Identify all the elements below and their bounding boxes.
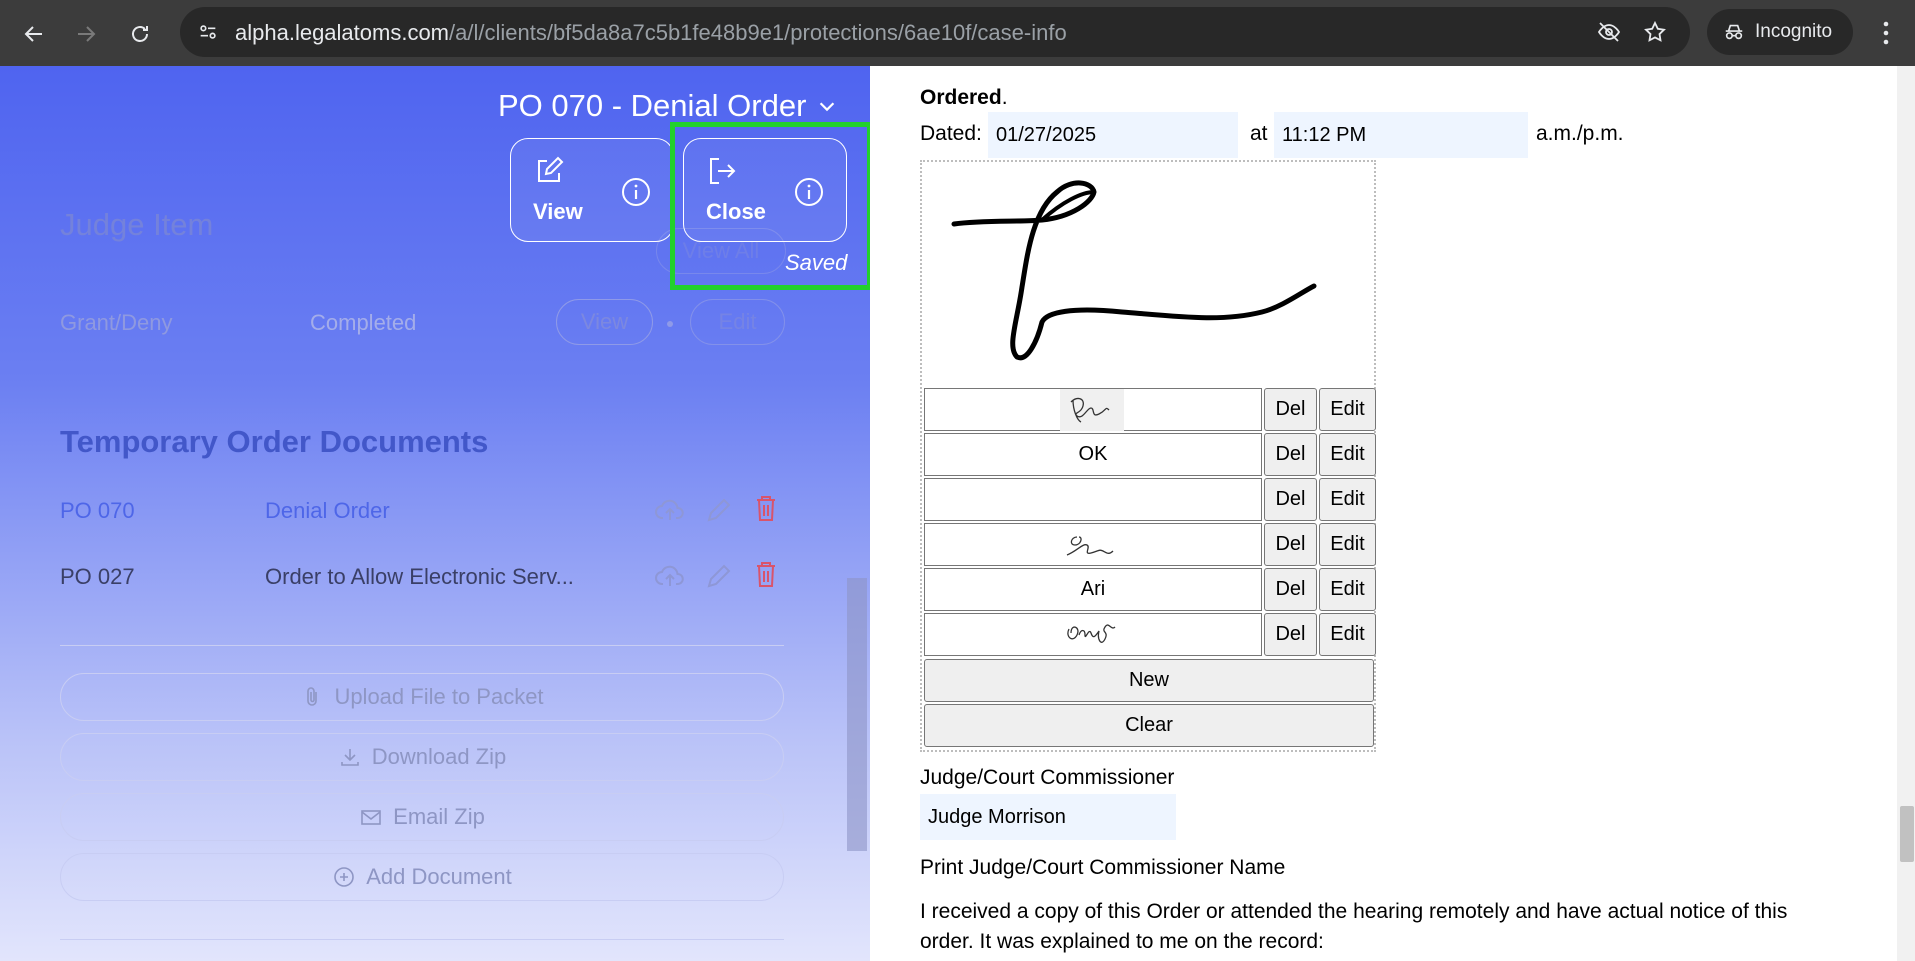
- star-icon[interactable]: [1643, 20, 1667, 44]
- edit-square-icon: [538, 156, 564, 182]
- signature-pad: Del Edit OK Del Edit Del Edit Del Edit A…: [920, 160, 1376, 752]
- url-text: alpha.legalatoms.com/a/l/clients/bf5da8a…: [235, 20, 1067, 46]
- ordered-line: Ordered.: [920, 86, 1008, 110]
- receipt-text-line1: I received a copy of this Order or atten…: [920, 900, 1788, 923]
- signature-thumbnail: [924, 388, 1262, 431]
- upload-cloud-icon[interactable]: [654, 494, 686, 526]
- email-zip-button[interactable]: Email Zip: [60, 793, 784, 841]
- edit-button[interactable]: Edit: [1319, 523, 1376, 566]
- view-card[interactable]: View: [510, 138, 674, 242]
- arrow-right-icon: [78, 26, 96, 42]
- forward-button[interactable]: [64, 12, 108, 56]
- chevron-down-icon: [820, 102, 835, 112]
- edit-button[interactable]: Edit: [1319, 613, 1376, 656]
- document-title: PO 070 - Denial Order: [498, 88, 807, 123]
- dated-field[interactable]: 01/27/2025: [988, 112, 1238, 158]
- ordered-text: Ordered: [920, 86, 1002, 109]
- temp-docs-heading: Temporary Order Documents: [60, 424, 489, 459]
- download-zip-label: Download Zip: [371, 744, 507, 769]
- signature-thumbnail: [924, 613, 1262, 656]
- upload-file-label: Upload File to Packet: [334, 684, 544, 709]
- clear-signature-button[interactable]: Clear: [924, 704, 1374, 747]
- left-scrollbar[interactable]: [847, 578, 867, 851]
- edit-button[interactable]: Edit: [1319, 478, 1376, 521]
- document-title-dropdown[interactable]: PO 070 - Denial Order: [498, 88, 838, 124]
- pencil-icon[interactable]: [703, 494, 735, 526]
- time-field[interactable]: 11:12 PM: [1274, 112, 1528, 158]
- divider: [60, 645, 784, 646]
- address-bar[interactable]: alpha.legalatoms.com/a/l/clients/bf5da8a…: [180, 7, 1690, 57]
- judge-item-view-button[interactable]: View: [556, 299, 653, 345]
- browser-toolbar: alpha.legalatoms.com/a/l/clients/bf5da8a…: [0, 0, 1915, 66]
- url-host: alpha.legalatoms.com: [235, 20, 450, 45]
- info-icon[interactable]: [621, 177, 651, 207]
- ordered-period: .: [1001, 86, 1008, 109]
- del-button[interactable]: Del: [1264, 523, 1317, 566]
- doc-title-link[interactable]: Denial Order: [265, 498, 390, 524]
- separator-dot: [667, 321, 673, 327]
- email-zip-label: Email Zip: [393, 804, 485, 829]
- more-menu-icon[interactable]: [1874, 18, 1898, 48]
- doc-title[interactable]: Order to Allow Electronic Serv...: [265, 564, 574, 590]
- download-icon: [340, 749, 359, 766]
- del-button[interactable]: Del: [1264, 613, 1317, 656]
- del-button[interactable]: Del: [1264, 478, 1317, 521]
- judge-item-status: Completed: [310, 310, 417, 335]
- upload-cloud-icon[interactable]: [654, 560, 686, 592]
- signature-image: [1066, 535, 1114, 556]
- judge-item-heading: Judge Item: [60, 207, 214, 242]
- judge-name-field[interactable]: Judge Morrison: [920, 794, 1176, 840]
- url-path: /a/l/clients/bf5da8a7c5b1fe48b9e1/protec…: [449, 20, 1067, 45]
- signature-image: [1067, 623, 1116, 643]
- back-button[interactable]: [12, 12, 56, 56]
- document-scroll-thumb[interactable]: [1900, 806, 1914, 862]
- signature-text: OK: [924, 433, 1262, 476]
- receipt-text-line2: order. It was explained to me on the rec…: [920, 930, 1324, 953]
- envelope-icon: [361, 810, 381, 825]
- plus-circle-icon: [334, 867, 355, 887]
- dated-label: Dated:: [920, 122, 982, 145]
- judge-item-edit-button[interactable]: Edit: [690, 299, 785, 345]
- document-preview: Ordered. Dated: 01/27/2025 at 11:12 PM a…: [870, 66, 1915, 961]
- add-document-button[interactable]: Add Document: [60, 853, 784, 901]
- eye-slash-icon[interactable]: [1597, 20, 1621, 44]
- judge-item-name: Grant/Deny: [60, 310, 173, 335]
- at-label: at: [1250, 122, 1268, 145]
- print-name-label: Print Judge/Court Commissioner Name: [920, 856, 1286, 879]
- edit-button[interactable]: Edit: [1319, 568, 1376, 611]
- arrow-left-icon: [24, 26, 42, 42]
- view-card-label: View: [533, 199, 583, 224]
- signature-image: [1070, 397, 1110, 423]
- del-button[interactable]: Del: [1264, 433, 1317, 476]
- judge-label: Judge/Court Commissioner: [920, 766, 1175, 789]
- trash-icon[interactable]: [750, 492, 782, 524]
- signature-text: Ari: [924, 568, 1262, 611]
- del-button[interactable]: Del: [1264, 568, 1317, 611]
- del-button[interactable]: Del: [1264, 388, 1317, 431]
- pencil-icon[interactable]: [703, 560, 735, 592]
- edit-button[interactable]: Edit: [1319, 388, 1376, 431]
- download-zip-button[interactable]: Download Zip: [60, 733, 784, 781]
- paperclip-icon: [307, 687, 318, 706]
- upload-file-button[interactable]: Upload File to Packet: [60, 673, 784, 721]
- incognito-badge[interactable]: Incognito: [1707, 9, 1853, 55]
- doc-code[interactable]: PO 027: [60, 564, 135, 590]
- divider: [60, 939, 784, 940]
- trash-icon[interactable]: [750, 558, 782, 590]
- incognito-label: Incognito: [1755, 21, 1833, 42]
- edit-button[interactable]: Edit: [1319, 433, 1376, 476]
- doc-code-link[interactable]: PO 070: [60, 498, 135, 524]
- incognito-icon: [1725, 24, 1743, 40]
- reload-button[interactable]: [118, 12, 162, 56]
- signature-canvas[interactable]: [922, 162, 1374, 384]
- saved-status: Saved: [785, 250, 848, 275]
- signature-thumbnail: [924, 523, 1262, 566]
- new-signature-button[interactable]: New: [924, 659, 1374, 702]
- ampm-label: a.m./p.m.: [1536, 122, 1624, 145]
- reload-icon: [132, 26, 148, 42]
- signature-blank: [924, 478, 1262, 521]
- add-document-label: Add Document: [366, 864, 512, 889]
- site-settings-icon[interactable]: [194, 18, 222, 46]
